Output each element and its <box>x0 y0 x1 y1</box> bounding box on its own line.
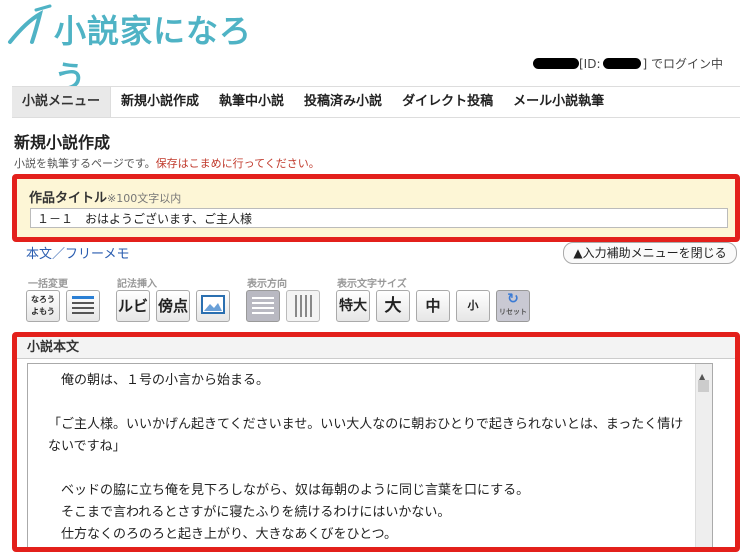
nav-posted[interactable]: 投稿済み小説 <box>294 87 392 117</box>
tab-body-memo[interactable]: 本文／フリーメモ <box>26 243 129 262</box>
vertical-lines-icon <box>295 295 312 317</box>
font-size-m-button[interactable]: 中 <box>416 290 450 322</box>
nav-novel-menu[interactable]: 小説メニュー <box>12 87 112 117</box>
batch-indent-button[interactable] <box>66 290 100 322</box>
reset-icon: ↻ <box>507 291 519 307</box>
nav-new-novel[interactable]: 新規小説作成 <box>111 87 209 117</box>
group-label-direction: 表示方向 <box>247 279 287 290</box>
redacted-id <box>602 58 641 69</box>
batch-convert-text: なろう <box>31 295 55 304</box>
scroll-thumb[interactable] <box>698 380 709 392</box>
description-text: 小説を執筆するページです。 <box>14 157 156 170</box>
body-section: 小説本文 俺の朝は、１号の小言から始まる。 「ご主人様。いいかげん起きてください… <box>12 332 740 552</box>
batch-convert-sub: よもう <box>31 307 55 316</box>
group-label-notation: 記法挿入 <box>117 279 157 290</box>
nav-mail-write[interactable]: メール小説執筆 <box>503 87 614 117</box>
vertical-direction-button[interactable] <box>286 290 320 322</box>
login-status: [ID: ] でログイン中 <box>532 55 724 72</box>
body-scrollbar[interactable]: ▲ <box>695 364 712 547</box>
font-size-s-button[interactable]: 小 <box>456 290 490 322</box>
body-line <box>48 392 692 414</box>
body-line: 俺の朝は、１号の小言から始まる。 <box>48 373 270 388</box>
login-id-label: [ID: <box>578 56 601 71</box>
body-line: 「ご主人様。いいかげん起きてくださいませ。いい大人なのに朝おひとりで起きられない… <box>48 417 684 454</box>
title-label: 作品タイトル※100文字以内 <box>29 187 181 206</box>
font-size-l-button[interactable]: 大 <box>376 290 410 322</box>
horizontal-direction-button[interactable] <box>246 290 280 322</box>
batch-convert-button[interactable]: なろう よもう <box>26 290 60 322</box>
page-description: 小説を執筆するページです。保存はこまめに行ってください。 <box>14 155 320 171</box>
ruby-button[interactable]: ルビ <box>116 290 150 322</box>
main-nav: 小説メニュー 新規小説作成 執筆中小説 投稿済み小説 ダイレクト投稿 メール小説… <box>12 86 740 118</box>
logo-text: 小説家になろう <box>54 12 253 96</box>
body-label: 小説本文 <box>17 337 735 359</box>
indent-lines-icon <box>72 296 94 314</box>
close-helper-button[interactable]: ▲入力補助メニューを閉じる <box>563 242 737 264</box>
nav-drafts[interactable]: 執筆中小説 <box>209 87 294 117</box>
group-label-batch: 一括変更 <box>28 279 68 290</box>
group-label-font-size: 表示文字サイズ <box>337 279 407 290</box>
save-warning: 保存はこまめに行ってください。 <box>155 157 320 170</box>
title-label-text: 作品タイトル <box>29 191 108 206</box>
horizontal-lines-icon <box>252 297 274 314</box>
body-line <box>48 458 692 480</box>
title-section: 作品タイトル※100文字以内 <box>12 174 740 242</box>
body-line: そこまで言われるとさすがに寝たふりを続けるわけにはいかない。 <box>48 505 451 520</box>
emphasis-button[interactable]: 傍点 <box>156 290 190 322</box>
insert-image-button[interactable] <box>196 290 230 322</box>
redacted-username <box>532 58 579 69</box>
body-line: 仕方なくのろのろと起き上がり、大きなあくびをひとつ。 <box>48 527 398 542</box>
image-icon <box>201 295 225 314</box>
body-textarea[interactable]: 俺の朝は、１号の小言から始まる。 「ご主人様。いいかげん起きてくださいませ。いい… <box>27 363 713 547</box>
logo-swash-icon <box>8 4 52 44</box>
site-logo[interactable]: 小説家になろう <box>6 2 266 96</box>
body-line: ベッドの脇に立ち俺を見下ろしながら、奴は毎朝のように同じ言葉を口にする。 <box>48 483 530 498</box>
reset-label: リセット <box>499 308 527 316</box>
nav-direct-post[interactable]: ダイレクト投稿 <box>392 87 503 117</box>
font-size-xl-button[interactable]: 特大 <box>336 290 370 322</box>
font-size-reset-button[interactable]: ↻ リセット <box>496 290 530 322</box>
title-note: ※100文字以内 <box>107 192 182 205</box>
title-input[interactable] <box>30 208 728 228</box>
login-suffix: ] でログイン中 <box>642 57 724 71</box>
page-title: 新規小説作成 <box>14 133 111 152</box>
